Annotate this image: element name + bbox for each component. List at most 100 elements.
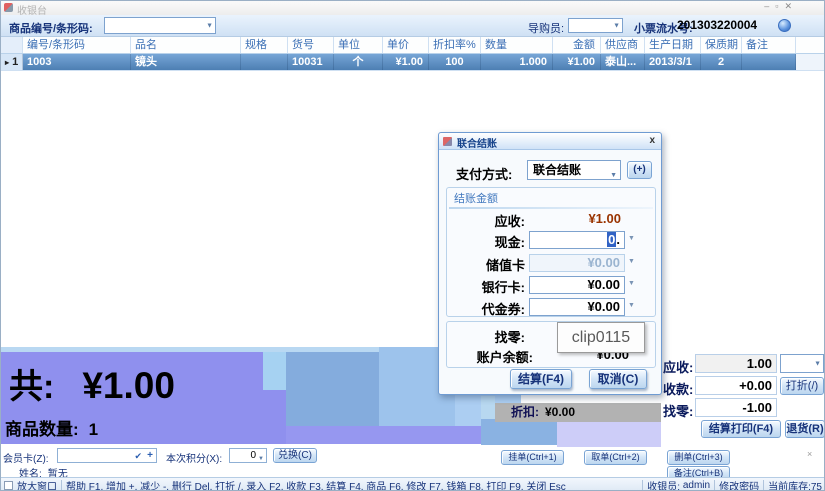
hang-order-button[interactable]: 挂单(Ctrl+1) bbox=[501, 450, 564, 465]
exchange-button[interactable]: 兑换(C) bbox=[273, 448, 317, 463]
grand-total: 共:¥1.00 bbox=[9, 359, 175, 408]
item-quantity: 商品数量:1 bbox=[5, 415, 98, 440]
cancel-button[interactable]: 取消(C) bbox=[589, 369, 647, 389]
member-card-input[interactable]: ✔ + bbox=[57, 448, 157, 463]
table-header: 编号/条形码 品名 规格 货号 单位 单价 折扣率% 数量 金额 供应商 生产日… bbox=[1, 37, 825, 54]
cashier-value: admin bbox=[683, 480, 710, 491]
guide-label: 导购员: bbox=[528, 20, 564, 36]
product-code-label: 商品编号/条形码: bbox=[9, 20, 93, 36]
cell-supplier[interactable]: 泰山... bbox=[601, 54, 645, 70]
header-item-no[interactable]: 货号 bbox=[288, 37, 334, 53]
chevron-down-icon[interactable]: ▼ bbox=[628, 302, 635, 309]
member-card-label: 会员卡(Z): bbox=[3, 450, 49, 465]
cell-discount-rate[interactable]: 100 bbox=[429, 54, 481, 70]
chevron-down-icon[interactable]: ▼ bbox=[628, 235, 635, 242]
receivable-field: 1.00 bbox=[695, 354, 777, 373]
payment-type-select[interactable]: ▼ bbox=[780, 354, 824, 373]
table-row[interactable]: ▸ 1 1003 镜头 10031 个 ¥1.00 100 1.000 ¥1.0… bbox=[1, 54, 825, 71]
pick-order-button[interactable]: 取单(Ctrl+2) bbox=[584, 450, 647, 465]
header-filler bbox=[796, 37, 825, 53]
bank-card-label: 银行卡: bbox=[447, 277, 525, 296]
pos-window: 收银台 –▫✕ 商品编号/条形码: ▼ 导购员: ▼ 小票流水号: 201303… bbox=[0, 0, 825, 491]
member-row: 会员卡(Z): ✔ + 本次积分(X): 0▼ 兑换(C) bbox=[1, 447, 491, 465]
cell-amount[interactable]: ¥1.00 bbox=[553, 54, 601, 70]
refund-button[interactable]: 退货(R) bbox=[785, 420, 825, 438]
header-name[interactable]: 品名 bbox=[131, 37, 241, 53]
header-spec[interactable]: 规格 bbox=[241, 37, 288, 53]
received-label: 收款: bbox=[663, 379, 693, 398]
header-code[interactable]: 编号/条形码 bbox=[23, 37, 131, 53]
chevron-down-icon: ▼ bbox=[206, 22, 213, 29]
color-panel bbox=[481, 396, 495, 419]
window-titlebar: 收银台 –▫✕ bbox=[1, 1, 825, 15]
window-controls[interactable]: –▫✕ bbox=[764, 1, 798, 12]
sync-icon[interactable] bbox=[778, 19, 791, 32]
zoom-window-checkbox[interactable] bbox=[4, 481, 13, 490]
header-remark[interactable]: 备注 bbox=[742, 37, 796, 53]
tooltip: clip0115 bbox=[557, 322, 645, 353]
header-shelf-life[interactable]: 保质期 bbox=[701, 37, 742, 53]
change-password-link[interactable]: 修改密码 bbox=[719, 478, 759, 491]
payment-method-select[interactable]: 联合结账▼ bbox=[527, 160, 621, 180]
dialog-title: 联合结账 bbox=[457, 135, 497, 150]
cell-code[interactable]: 1003 bbox=[23, 54, 131, 70]
header-prod-date[interactable]: 生产日期 bbox=[645, 37, 701, 53]
plus-icon[interactable]: + bbox=[147, 450, 153, 461]
close-icon[interactable]: × bbox=[807, 449, 812, 459]
cash-label: 现金: bbox=[447, 232, 525, 251]
delete-order-button[interactable]: 删单(Ctrl+3) bbox=[667, 450, 730, 465]
dialog-icon bbox=[443, 137, 452, 146]
chevron-down-icon: ▼ bbox=[628, 258, 635, 265]
balance-label: 账户余额: bbox=[447, 347, 533, 366]
cell-qty[interactable]: 1.000 bbox=[481, 54, 553, 70]
due-value: ¥1.00 bbox=[529, 211, 621, 226]
receivable-label: 应收: bbox=[663, 357, 693, 376]
close-icon[interactable]: ✕ bbox=[784, 1, 798, 11]
header-amount[interactable]: 金额 bbox=[553, 37, 601, 53]
settle-button[interactable]: 结算(F4) bbox=[510, 369, 572, 389]
voucher-input[interactable]: ¥0.00 bbox=[529, 298, 625, 316]
statusbar: 放大窗口 帮助 F1, 增加 +, 减少 -, 删行 Del, 打折 /, 录入… bbox=[1, 477, 825, 491]
chevron-down-icon[interactable]: ▼ bbox=[628, 280, 635, 287]
cell-price[interactable]: ¥1.00 bbox=[383, 54, 429, 70]
minimize-icon[interactable]: – bbox=[764, 1, 775, 11]
close-icon[interactable]: x bbox=[649, 135, 655, 146]
guide-select[interactable]: ▼ bbox=[568, 18, 623, 33]
divider bbox=[449, 207, 653, 209]
points-field[interactable]: 0▼ bbox=[229, 448, 267, 463]
cell-name[interactable]: 镜头 bbox=[131, 54, 241, 70]
divider bbox=[763, 480, 764, 491]
divider bbox=[61, 480, 62, 491]
header-indicator bbox=[1, 37, 23, 53]
voucher-label: 代金券: bbox=[447, 299, 525, 318]
add-payment-button[interactable]: (+) bbox=[627, 161, 652, 179]
row-indicator: ▸ 1 bbox=[1, 54, 23, 70]
discount-button[interactable]: 打折(/) bbox=[780, 377, 824, 395]
header-price[interactable]: 单价 bbox=[383, 37, 429, 53]
color-panel bbox=[557, 422, 661, 447]
product-code-input[interactable]: ▼ bbox=[104, 17, 216, 34]
cell-unit[interactable]: 个 bbox=[334, 54, 383, 70]
cell-prod-date[interactable]: 2013/3/1 bbox=[645, 54, 701, 70]
qty-label: 商品数量: bbox=[5, 420, 79, 439]
cash-input[interactable]: 0. bbox=[529, 231, 625, 249]
settle-print-button[interactable]: 结算打印(F4) bbox=[701, 420, 781, 438]
total-value: ¥1.00 bbox=[82, 365, 175, 406]
stock-text: 当前库存:75 bbox=[768, 478, 822, 491]
header-unit[interactable]: 单位 bbox=[334, 37, 383, 53]
received-field[interactable]: +0.00 bbox=[695, 376, 777, 395]
cell-remark[interactable] bbox=[742, 54, 796, 70]
dialog-titlebar[interactable]: 联合结账 x bbox=[439, 133, 661, 150]
cell-filler bbox=[796, 54, 825, 70]
check-icon[interactable]: ✔ bbox=[134, 451, 142, 462]
bank-card-input[interactable]: ¥0.00 bbox=[529, 276, 625, 294]
discount-bar: 折扣:¥0.00 bbox=[495, 403, 661, 422]
cell-spec[interactable] bbox=[241, 54, 288, 70]
stored-card-input: ¥0.00 bbox=[529, 254, 625, 272]
header-discount-rate[interactable]: 折扣率% bbox=[429, 37, 481, 53]
cell-item-no[interactable]: 10031 bbox=[288, 54, 334, 70]
header-qty[interactable]: 数量 bbox=[481, 37, 553, 53]
cell-shelf-life[interactable]: 2 bbox=[701, 54, 742, 70]
divider bbox=[714, 480, 715, 491]
header-supplier[interactable]: 供应商 bbox=[601, 37, 645, 53]
